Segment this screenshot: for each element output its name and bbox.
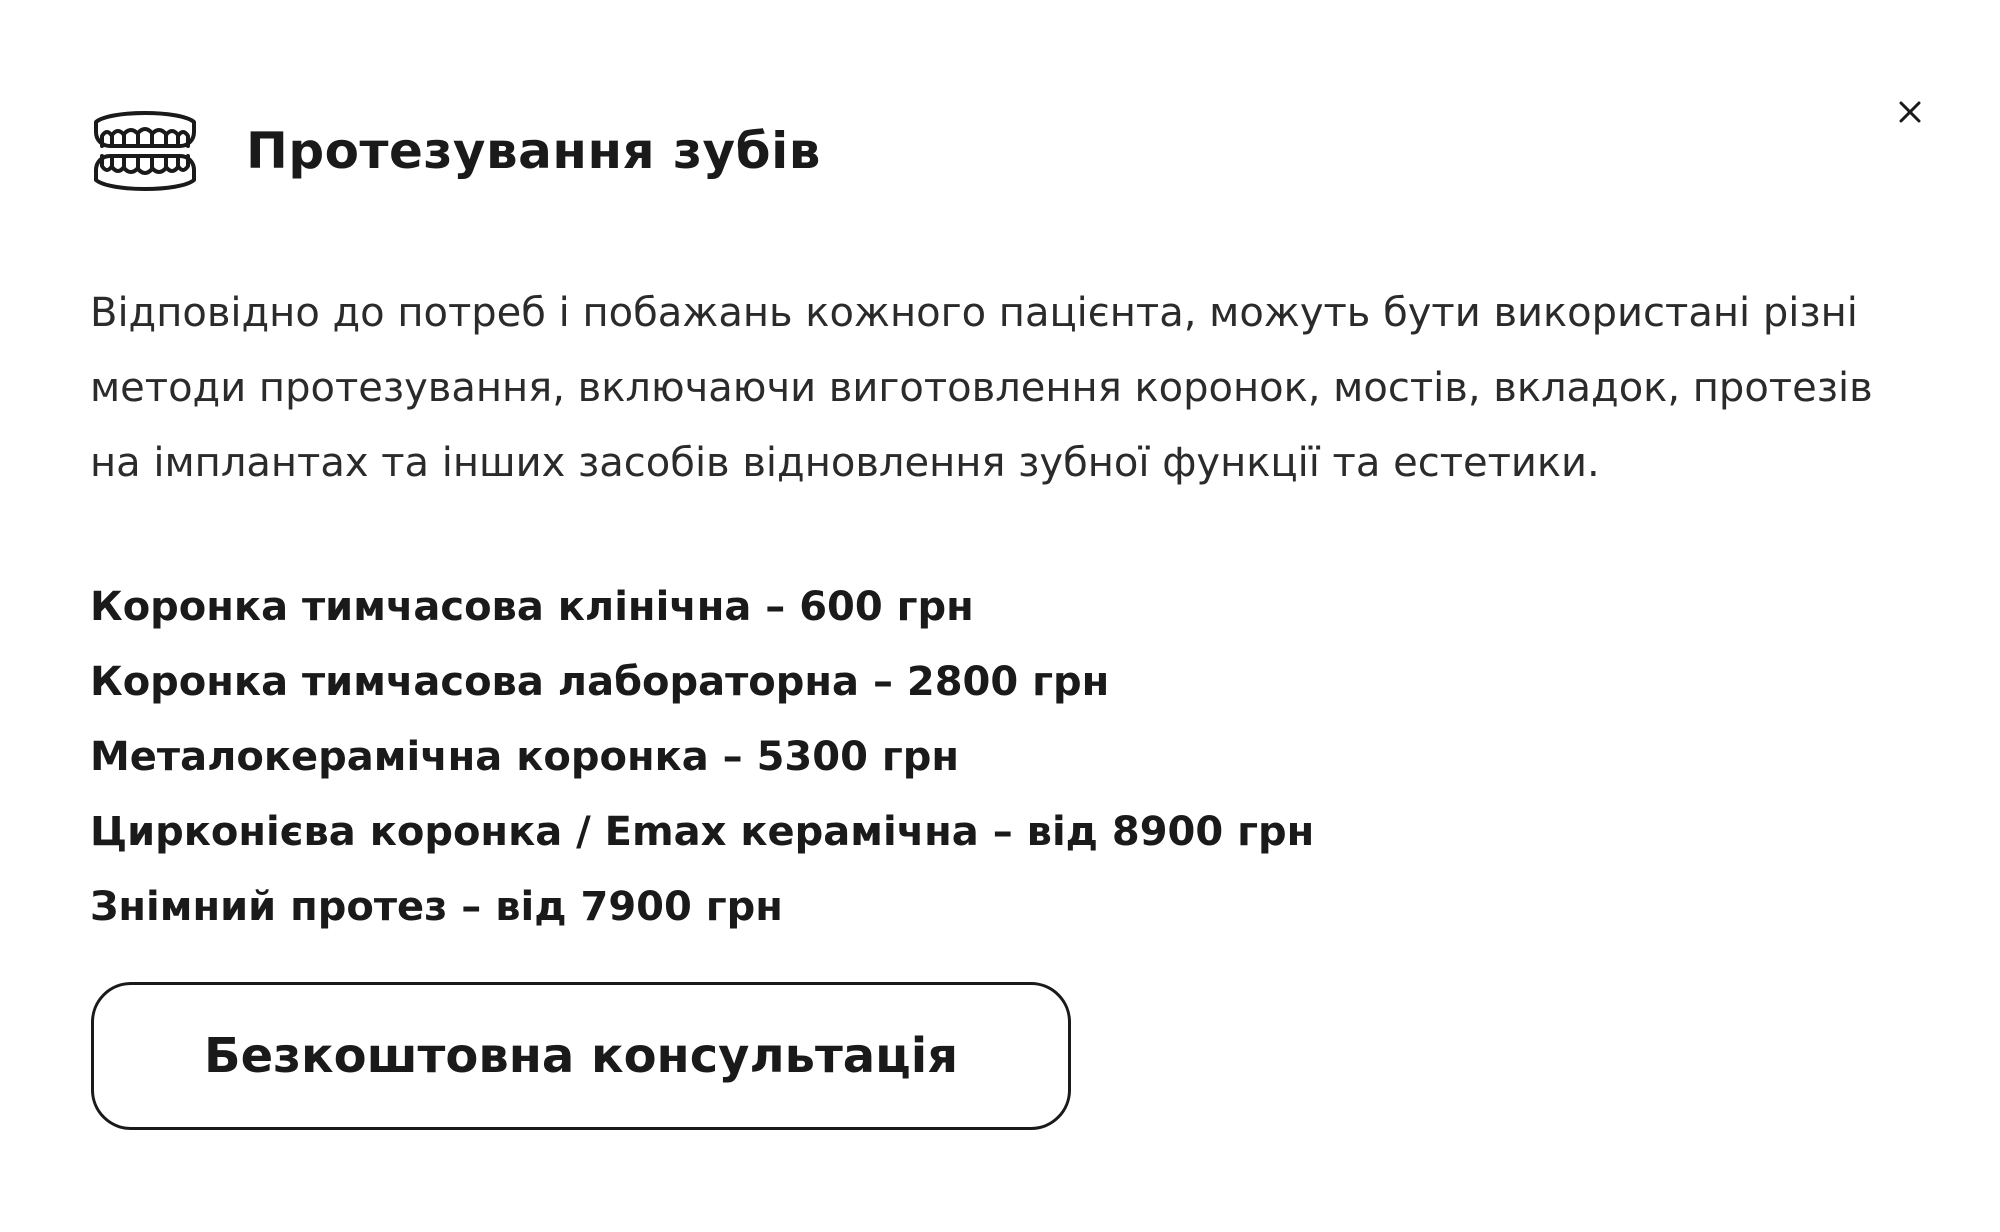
modal-header: Протезування зубів: [90, 88, 821, 213]
service-description: Відповідно до потреб і побажань кожного …: [90, 290, 1873, 486]
close-icon[interactable]: [1890, 92, 1930, 132]
modal-title: Протезування зубів: [246, 121, 821, 180]
dentures-icon: [90, 108, 200, 194]
close-button[interactable]: [1890, 92, 1930, 132]
price-item: Коронка тимчасова лабораторна – 2800 грн: [90, 659, 1110, 705]
price-item: Коронка тимчасова клінічна – 600 грн: [90, 584, 974, 630]
service-modal: Протезування зубів Відповідно до потреб …: [0, 0, 2000, 1232]
price-item: Знімний протез – від 7900 грн: [90, 884, 783, 930]
free-consultation-button[interactable]: Безкоштовна консультація: [91, 982, 1071, 1130]
price-list: Коронка тимчасова клінічна – 600 грн Кор…: [90, 570, 1314, 945]
price-item: Металокерамічна коронка – 5300 грн: [90, 734, 960, 780]
price-item: Цирконієва коронка / Emax керамічна – ві…: [90, 809, 1315, 855]
